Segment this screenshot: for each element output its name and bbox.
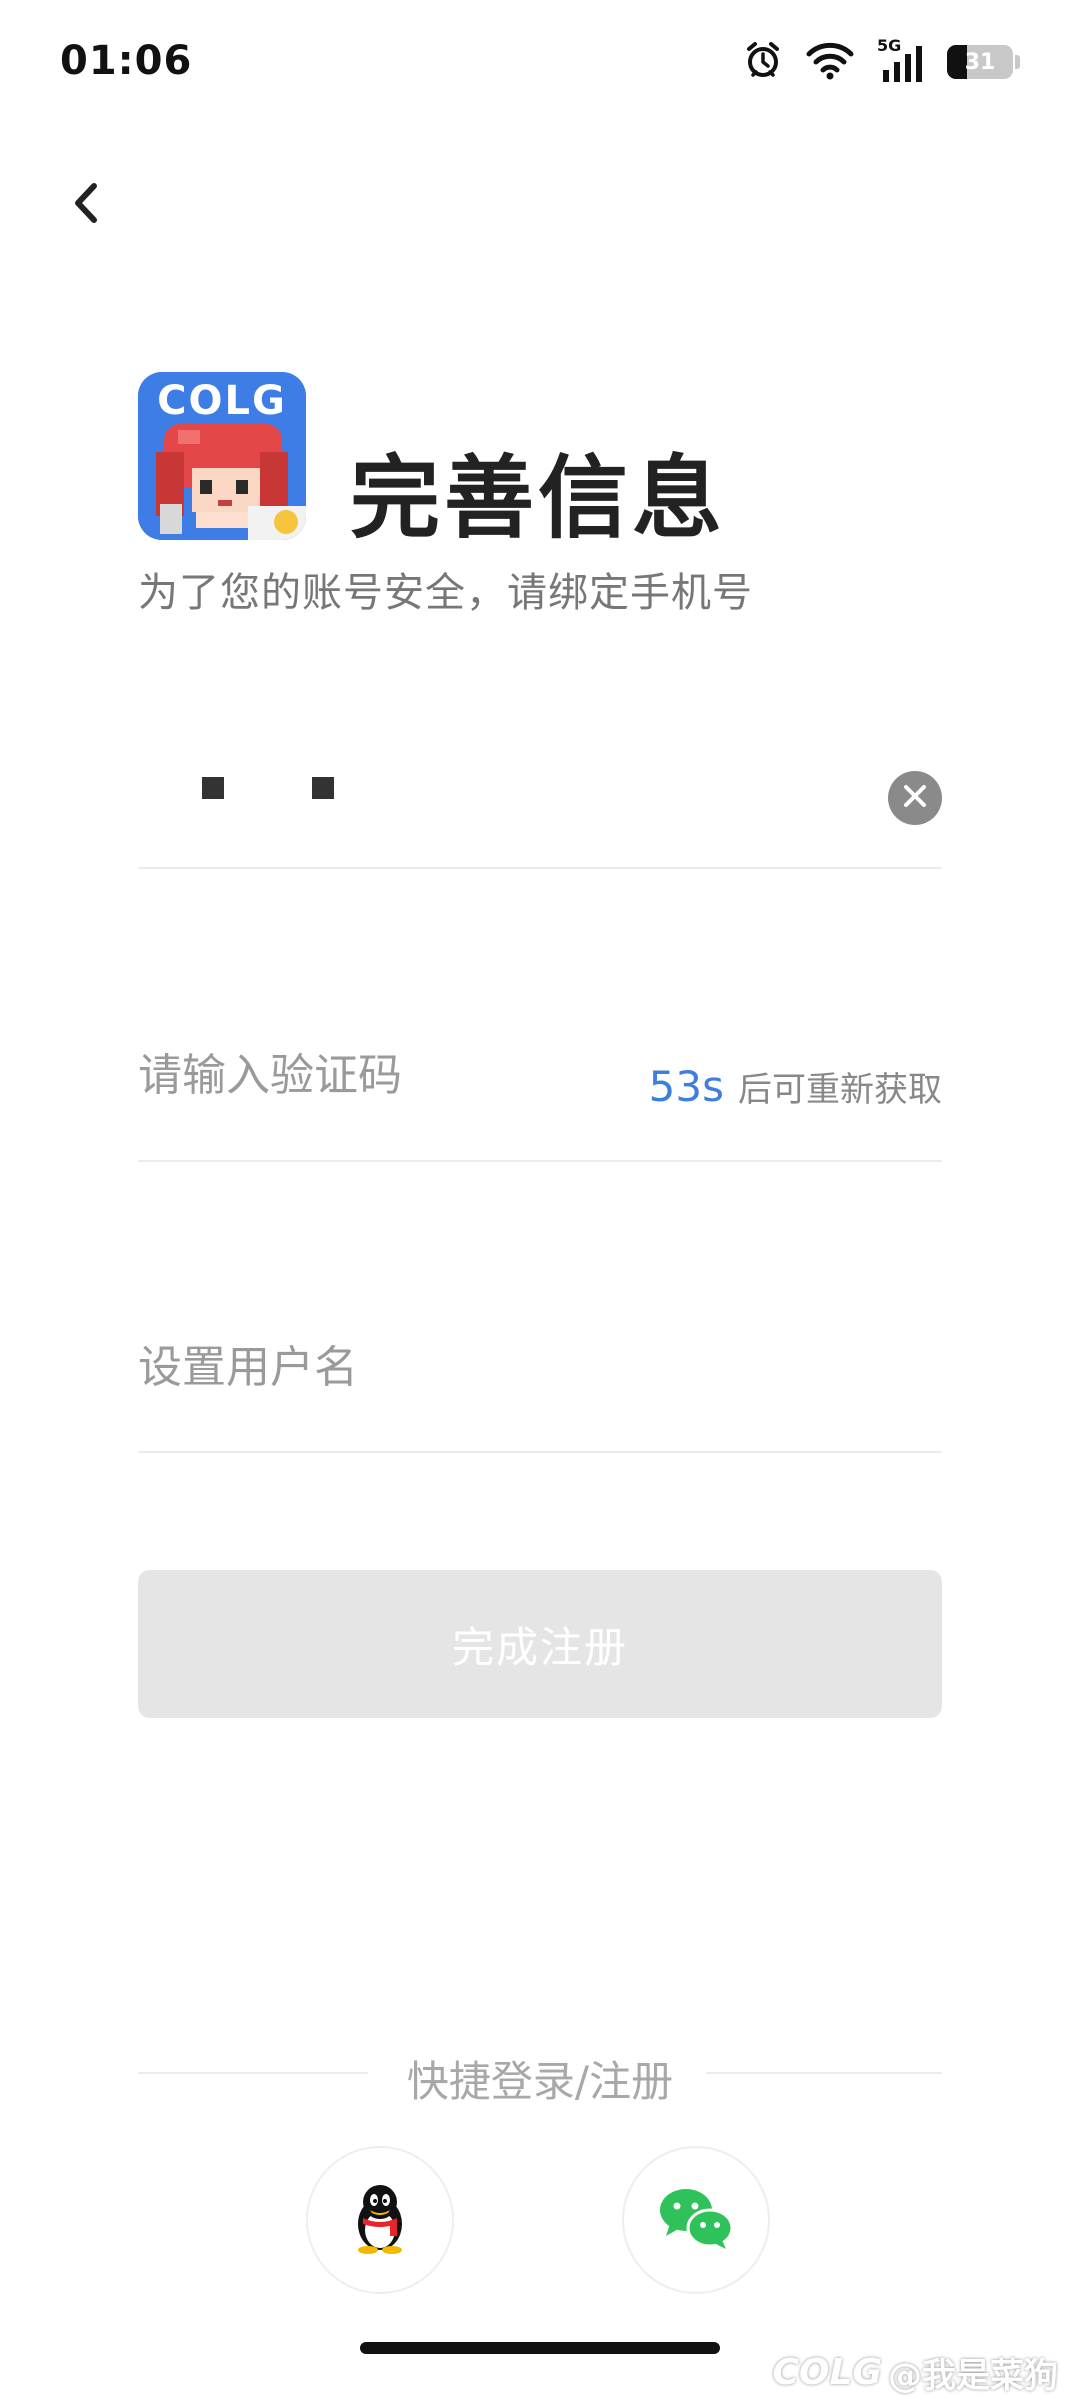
- home-indicator[interactable]: [360, 2342, 720, 2354]
- masked-digit: [312, 777, 334, 799]
- phone-field-underline: [138, 867, 942, 869]
- countdown-label: 后可重新获取: [738, 1070, 942, 1110]
- verification-code-input[interactable]: [138, 1040, 578, 1110]
- wifi-icon: [805, 40, 855, 84]
- quick-login-divider-right: [706, 2072, 942, 2074]
- back-button[interactable]: [56, 170, 116, 240]
- cellular-signal-icon: 5G: [877, 36, 925, 84]
- alarm-icon: [743, 40, 783, 84]
- phone-field[interactable]: [138, 740, 878, 850]
- battery-percent: 31: [964, 49, 996, 75]
- masked-digit: [202, 777, 224, 799]
- battery-tip: [1015, 55, 1020, 69]
- battery-icon: 31: [947, 45, 1013, 79]
- page-subtitle: 为了您的账号安全，请绑定手机号: [138, 570, 753, 616]
- quick-login-label: 快捷登录/注册: [406, 2057, 674, 2106]
- chevron-left-icon: [66, 178, 106, 232]
- complete-registration-button[interactable]: 完成注册: [138, 1570, 942, 1718]
- qq-icon: [350, 2182, 410, 2258]
- wechat-login-button[interactable]: [622, 2146, 770, 2294]
- close-icon: [902, 783, 928, 813]
- code-field-underline: [138, 1160, 942, 1162]
- watermark-brand: COLG: [772, 2352, 882, 2393]
- qq-login-button[interactable]: [306, 2146, 454, 2294]
- app-logo: COLG: [138, 372, 306, 540]
- countdown-seconds: 53s: [648, 1062, 724, 1111]
- status-time: 01:06: [60, 38, 193, 84]
- username-input[interactable]: [138, 1332, 918, 1402]
- logo-text: COLG: [157, 378, 287, 424]
- clear-phone-button[interactable]: [888, 771, 942, 825]
- username-field-underline: [138, 1451, 942, 1453]
- status-icons: 5G 31: [743, 36, 1020, 84]
- watermark: COLG @我是菜狗: [772, 2348, 1058, 2397]
- page-title: 完善信息: [350, 446, 726, 551]
- resend-countdown: 53s 后可重新获取: [649, 1062, 942, 1111]
- watermark-text: @我是菜狗: [888, 2356, 1058, 2396]
- wechat-icon: [658, 2186, 734, 2254]
